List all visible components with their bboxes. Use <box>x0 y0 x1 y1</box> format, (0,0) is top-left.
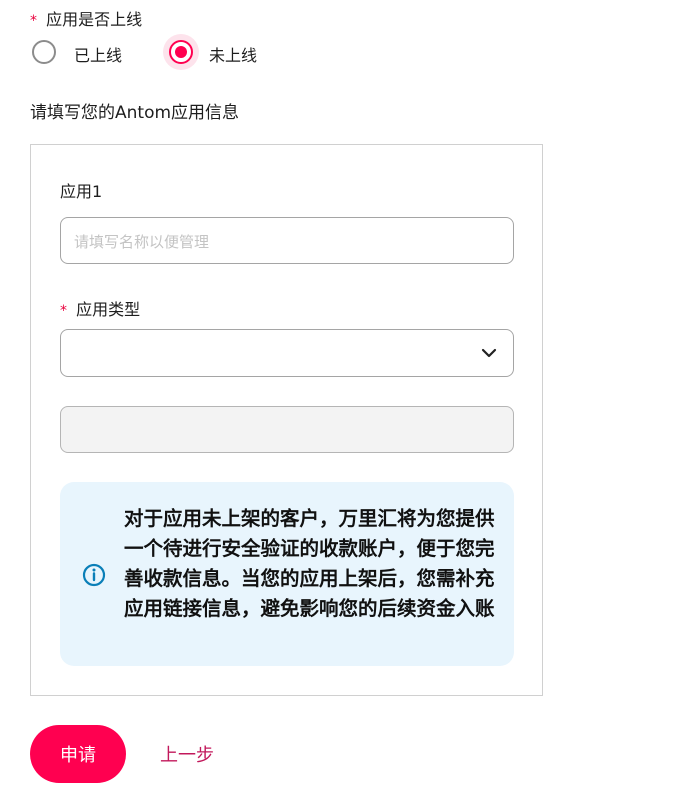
info-notice: 对于应用未上架的客户，万里汇将为您提供一个待进行安全验证的收款账户，便于您完善收… <box>60 482 514 666</box>
radio-online-label: 已上线 <box>74 46 123 65</box>
app-name-placeholder: 请填写名称以便管理 <box>74 233 210 251</box>
submit-button[interactable]: 申请 <box>30 725 126 783</box>
required-mark: * <box>60 303 67 319</box>
section-title: 请填写您的Antom应用信息 <box>30 103 240 123</box>
app-type-select[interactable] <box>60 329 514 377</box>
radio-option-offline[interactable]: 未上线 <box>169 40 279 66</box>
app-name-input[interactable]: 请填写名称以便管理 <box>60 217 514 264</box>
chevron-down-icon <box>481 348 497 358</box>
app-card-title: 应用1 <box>60 182 103 201</box>
info-icon <box>82 563 106 587</box>
app-type-label: 应用类型 <box>76 300 141 319</box>
app-online-label: 应用是否上线 <box>46 10 143 29</box>
radio-option-online[interactable]: 已上线 <box>32 40 142 66</box>
app-type-label-row: * 应用类型 <box>60 296 140 320</box>
radio-offline[interactable] <box>169 40 193 64</box>
radio-offline-label: 未上线 <box>209 46 258 65</box>
app-online-question: * 应用是否上线 <box>30 6 142 30</box>
radio-online[interactable] <box>32 40 56 64</box>
info-notice-text: 对于应用未上架的客户，万里汇将为您提供一个待进行安全验证的收款账户，便于您完善收… <box>124 507 495 620</box>
disabled-input <box>60 406 514 453</box>
required-mark: * <box>30 13 37 29</box>
back-link[interactable]: 上一步 <box>160 741 214 767</box>
